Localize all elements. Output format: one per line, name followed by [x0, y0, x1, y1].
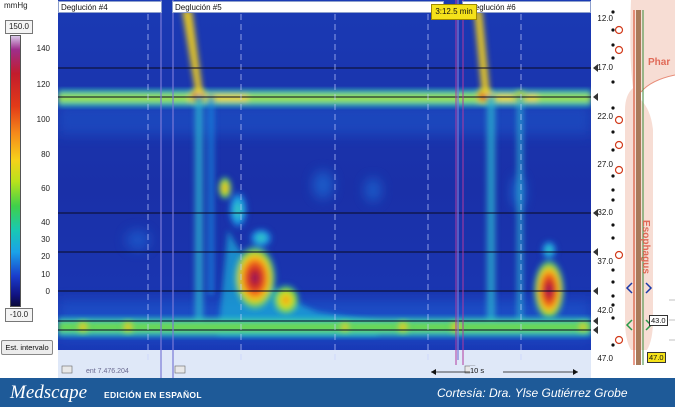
depth-label: 12.0 — [597, 14, 613, 23]
scale-tick: 60 — [41, 184, 50, 193]
swallow-tab-5[interactable]: Deglución #5 — [172, 1, 444, 13]
medscape-logo: Medscape — [10, 382, 88, 403]
scale-tick: 40 — [41, 218, 50, 227]
depth-label: 17.0 — [597, 63, 613, 72]
scale-tick: 10 — [41, 270, 50, 279]
esophagus-label: Esophagus — [640, 220, 651, 274]
scale-max-input[interactable]: 150.0 — [5, 20, 33, 34]
pressure-topography-plot[interactable]: Deglución #4 Deglución #5 Deglución #6 3… — [58, 0, 591, 378]
scale-tick: 20 — [41, 252, 50, 261]
depth-label: 47.0 — [597, 354, 613, 363]
est-interval-button[interactable]: Est. intervalo — [1, 340, 53, 355]
depth-label: 27.0 — [597, 160, 613, 169]
scale-tick: 100 — [36, 115, 50, 124]
unit-label: mmHg — [4, 1, 28, 10]
depth-label: 42.0 — [597, 306, 613, 315]
pressure-heatmap — [58, 0, 591, 378]
color-bar — [10, 35, 21, 307]
scale-tick: 30 — [41, 235, 50, 244]
scale-tick: 140 — [36, 44, 50, 53]
depth-label: 32.0 — [597, 208, 613, 217]
les-lower-badge[interactable]: 47.0 — [647, 352, 666, 363]
scale-min-input[interactable]: -10.0 — [5, 308, 33, 322]
watermark-text: ent 7.476.204 — [86, 368, 129, 375]
time-cursor-badge[interactable]: 3:12.5 min — [431, 4, 477, 20]
edition-label: EDICIÓN EN ESPAÑOL — [104, 390, 202, 400]
color-scale-panel: mmHg 150.0 140 120 100 80 60 40 30 20 10… — [0, 0, 58, 378]
depth-label: 22.0 — [597, 112, 613, 121]
scale-tick: 80 — [41, 150, 50, 159]
anatomy-panel: 12.0 17.0 22.0 27.0 32.0 37.0 42.0 47.0 … — [591, 0, 675, 378]
swallow-tab-4[interactable]: Deglución #4 — [58, 1, 162, 13]
credit-text: Cortesía: Dra. Ylse Gutiérrez Grobe — [437, 386, 628, 400]
swallow-tab-6[interactable]: Deglución #6 — [462, 1, 591, 13]
scale-bar-label: 10 s — [470, 366, 494, 376]
pharynx-label: Phar — [648, 57, 671, 68]
scale-tick: 120 — [36, 80, 50, 89]
manometry-window: mmHg 150.0 140 120 100 80 60 40 30 20 10… — [0, 0, 675, 407]
les-upper-badge[interactable]: 43.0 — [649, 315, 668, 326]
scale-tick: 0 — [45, 287, 50, 296]
depth-label: 37.0 — [597, 257, 613, 266]
